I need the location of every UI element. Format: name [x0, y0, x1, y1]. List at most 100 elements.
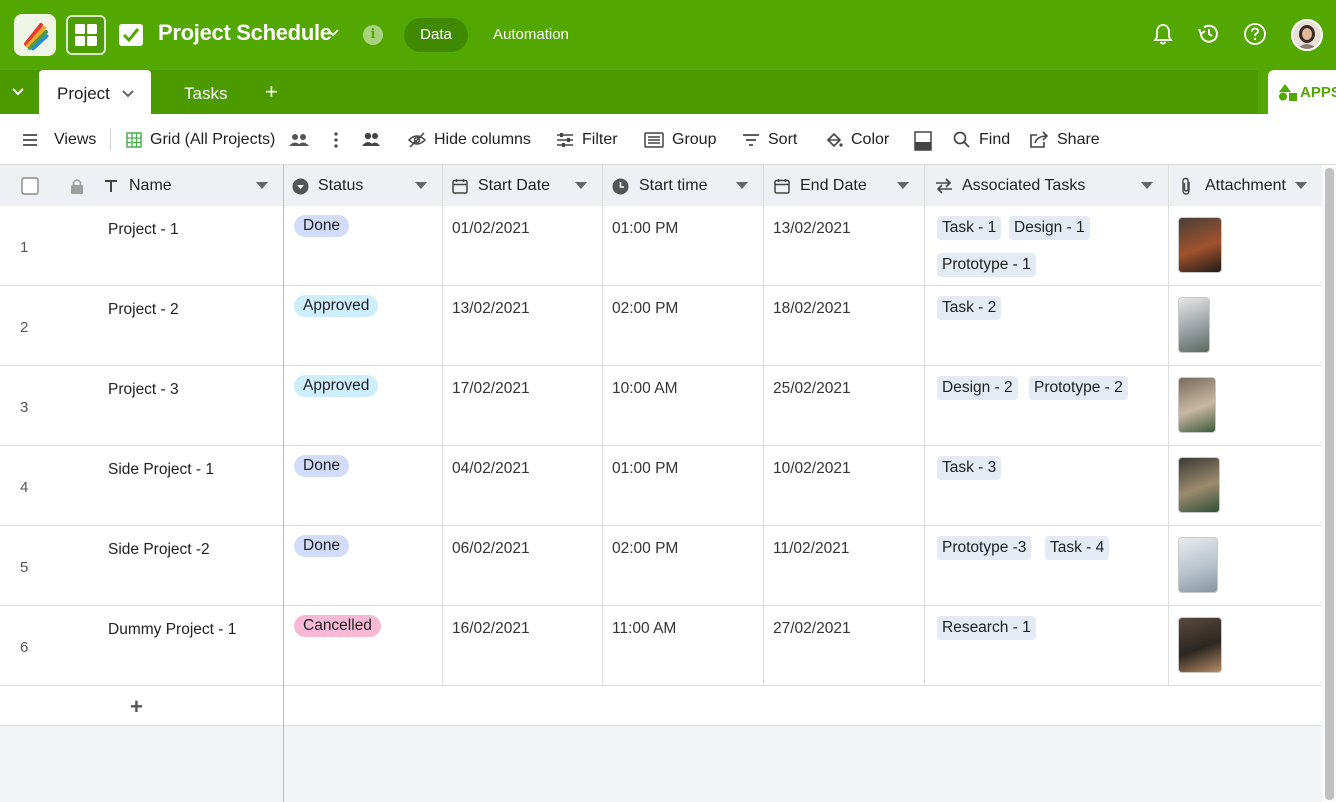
apps-button[interactable]: APPS	[1268, 70, 1336, 114]
avatar[interactable]	[1291, 19, 1323, 51]
attachment-thumbnail[interactable]	[1178, 457, 1220, 513]
column-header-status[interactable]: Status	[292, 165, 442, 207]
cell-end-date[interactable]: 25/02/2021	[773, 380, 851, 398]
cell-end-date[interactable]: 11/02/2021	[773, 540, 849, 558]
linked-task-chip[interactable]: Prototype - 2	[1029, 376, 1128, 400]
column-header-start-date[interactable]: Start Date	[452, 165, 602, 207]
nav-data-button[interactable]: Data	[404, 18, 468, 52]
chevron-down-icon[interactable]	[574, 181, 588, 191]
cell-name[interactable]: Side Project - 1	[108, 461, 214, 479]
cell-start-time[interactable]: 02:00 PM	[612, 300, 678, 318]
chevron-down-icon[interactable]	[1140, 181, 1154, 191]
table-row[interactable]	[0, 206, 1322, 286]
scrollbar-thumb[interactable]	[1325, 168, 1334, 800]
linked-task-chip[interactable]: Prototype - 1	[937, 253, 1036, 277]
color-button[interactable]: Color	[825, 131, 889, 149]
linked-task-chip[interactable]: Design - 1	[1009, 216, 1090, 240]
attachment-thumbnail[interactable]	[1178, 297, 1210, 353]
chevron-down-icon[interactable]	[255, 181, 269, 191]
cell-start-date[interactable]: 16/02/2021	[452, 620, 530, 638]
chevron-down-icon[interactable]	[414, 181, 428, 191]
attachment-thumbnail[interactable]	[1178, 377, 1216, 433]
cell-start-date[interactable]: 06/02/2021	[452, 540, 530, 558]
linked-task-chip[interactable]: Task - 2	[937, 296, 1002, 320]
chevron-down-icon[interactable]	[325, 25, 341, 41]
history-icon[interactable]	[1196, 22, 1222, 46]
cell-start-date[interactable]: 01/02/2021	[452, 220, 530, 238]
bell-icon[interactable]	[1152, 22, 1174, 46]
attachment-thumbnail[interactable]	[1178, 617, 1222, 673]
lock-icon[interactable]	[70, 165, 84, 207]
cell-start-time[interactable]: 11:00 AM	[612, 620, 676, 638]
status-badge[interactable]: Done	[294, 455, 350, 477]
cell-name[interactable]: Project - 2	[108, 301, 179, 319]
row-height-icon[interactable]	[914, 131, 932, 151]
cell-end-date[interactable]: 10/02/2021	[773, 460, 851, 478]
attachment-thumbnail[interactable]	[1178, 537, 1218, 593]
cell-start-time[interactable]: 10:00 AM	[612, 380, 678, 398]
chevron-down-icon[interactable]	[1294, 181, 1308, 191]
column-header-name[interactable]: Name	[104, 165, 283, 207]
cell-start-time[interactable]: 01:00 PM	[612, 460, 678, 478]
views-button[interactable]: Views	[22, 131, 96, 149]
column-header-start-time[interactable]: Start time	[612, 165, 763, 207]
status-badge[interactable]: Approved	[294, 295, 379, 317]
linked-task-chip[interactable]: Prototype -3	[937, 536, 1032, 560]
status-badge[interactable]: Done	[294, 215, 350, 237]
add-table-button[interactable]: +	[265, 81, 278, 103]
tables-menu-chevron-icon[interactable]	[10, 84, 26, 100]
chevron-down-icon[interactable]	[735, 181, 749, 191]
info-icon[interactable]: i	[363, 25, 383, 45]
cell-name[interactable]: Project - 1	[108, 221, 179, 239]
add-row-bar[interactable]	[0, 686, 1322, 726]
table-row[interactable]	[0, 606, 1322, 686]
table-row[interactable]	[0, 286, 1322, 366]
cell-name[interactable]: Side Project -2	[108, 541, 210, 559]
cell-end-date[interactable]: 27/02/2021	[773, 620, 851, 638]
cell-name[interactable]: Project - 3	[108, 381, 179, 399]
linked-task-chip[interactable]: Task - 4	[1045, 536, 1110, 560]
apps-grid-icon[interactable]	[66, 15, 106, 55]
app-logo-icon[interactable]	[14, 14, 56, 56]
group-button[interactable]: Group	[644, 131, 716, 149]
page-title[interactable]: Project Schedule	[158, 20, 332, 46]
find-button[interactable]: Find	[953, 131, 1010, 149]
table-row[interactable]	[0, 526, 1322, 606]
status-badge[interactable]: Cancelled	[294, 615, 381, 637]
tab-tasks[interactable]: Tasks	[184, 84, 227, 104]
filter-button[interactable]: Filter	[556, 131, 618, 149]
chevron-down-icon[interactable]	[121, 87, 135, 101]
nav-automation-link[interactable]: Automation	[493, 26, 569, 43]
share-with-people-icon[interactable]	[361, 131, 381, 147]
column-header-end-date[interactable]: End Date	[774, 165, 924, 207]
cell-start-time[interactable]: 01:00 PM	[612, 220, 678, 238]
cell-name[interactable]: Dummy Project - 1	[108, 621, 236, 639]
column-header-associated-tasks[interactable]: Associated Tasks	[935, 165, 1168, 207]
cell-start-date[interactable]: 04/02/2021	[452, 460, 530, 478]
select-all-checkbox[interactable]	[21, 165, 39, 207]
linked-task-chip[interactable]: Task - 3	[937, 456, 1002, 480]
attachment-thumbnail[interactable]	[1178, 217, 1222, 273]
column-header-attachment[interactable]: Attachment	[1180, 165, 1322, 207]
share-button[interactable]: Share	[1029, 131, 1100, 149]
more-options-icon[interactable]	[330, 131, 342, 149]
help-icon[interactable]	[1243, 22, 1267, 46]
linked-task-chip[interactable]: Research - 1	[937, 616, 1036, 640]
linked-task-chip[interactable]: Task - 1	[937, 216, 1002, 240]
cell-start-time[interactable]: 02:00 PM	[612, 540, 678, 558]
cell-end-date[interactable]: 18/02/2021	[773, 300, 851, 318]
tab-project[interactable]: Project	[39, 70, 151, 114]
cell-end-date[interactable]: 13/02/2021	[773, 220, 851, 238]
chevron-down-icon[interactable]	[896, 181, 910, 191]
add-row-button[interactable]: +	[130, 696, 143, 718]
view-switcher[interactable]: Grid (All Projects)	[126, 131, 310, 149]
sort-button[interactable]: Sort	[742, 131, 797, 149]
cell-start-date[interactable]: 13/02/2021	[452, 300, 530, 318]
table-row[interactable]	[0, 446, 1322, 526]
linked-task-chip[interactable]: Design - 2	[937, 376, 1018, 400]
cell-start-date[interactable]: 17/02/2021	[452, 380, 530, 398]
hide-columns-button[interactable]: Hide columns	[408, 131, 531, 149]
status-badge[interactable]: Approved	[294, 375, 379, 397]
status-badge[interactable]: Done	[294, 535, 350, 557]
grid-icon	[126, 132, 142, 148]
